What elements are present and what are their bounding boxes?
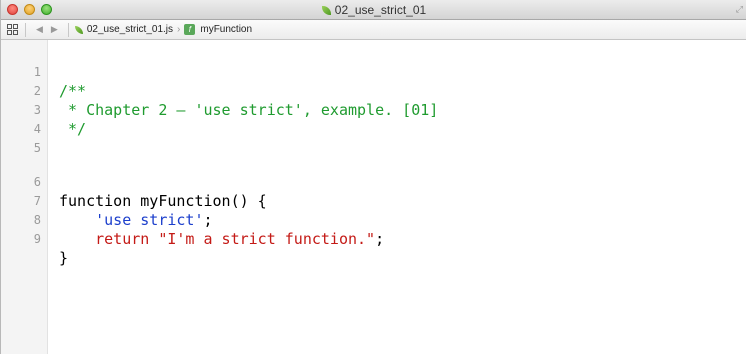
js-file-icon — [321, 5, 331, 15]
back-arrow-icon[interactable]: ◀ — [36, 24, 43, 35]
editor-window: 02_use_strict_01 ⤢ ◀ ▶ 02_use_strict_01.… — [0, 0, 746, 354]
code-editor[interactable]: 1 /** 2 * Chapter 2 – 'use strict', exam… — [1, 40, 746, 354]
related-items-icon[interactable] — [7, 23, 19, 36]
breadcrumb-symbol-label: myFunction — [200, 24, 253, 35]
code-line[interactable]: 4 — [1, 101, 746, 136]
code-line[interactable]: 9 } — [1, 211, 746, 267]
code-line[interactable]: 8 return "I'm a strict function."; — [1, 192, 746, 248]
js-file-icon — [74, 25, 83, 34]
code-line[interactable]: 6 function myFunction() { — [1, 154, 746, 210]
jump-bar-divider — [67, 22, 69, 37]
fullscreen-icon[interactable]: ⤢ — [736, 4, 743, 15]
breadcrumb-file[interactable]: 02_use_strict_01.js — [74, 24, 174, 35]
code-text: } — [59, 249, 69, 267]
breadcrumb-file-label: 02_use_strict_01.js — [86, 24, 174, 35]
keyword-token: return — [95, 230, 150, 248]
breadcrumb-chevron-icon: › — [177, 24, 181, 35]
title-bar[interactable]: 02_use_strict_01 ⤢ — [1, 0, 746, 20]
line-number: 9 — [33, 232, 41, 246]
code-text: return "I'm a strict function."; — [59, 230, 384, 249]
code-line[interactable]: 5 — [1, 120, 746, 155]
forward-arrow-icon[interactable]: ▶ — [51, 24, 58, 35]
jump-bar: ◀ ▶ 02_use_strict_01.js › f myFunction — [1, 20, 746, 40]
code-line[interactable]: 3 */ — [1, 82, 746, 138]
punctuation-token: ; — [375, 230, 385, 248]
breadcrumb-symbol[interactable]: f myFunction — [184, 24, 252, 35]
window-title-text: 02_use_strict_01 — [334, 3, 427, 17]
function-symbol-icon: f — [184, 24, 196, 35]
window-title: 02_use_strict_01 — [1, 0, 746, 20]
code-line[interactable]: 1 /** — [1, 44, 746, 100]
code-line[interactable]: 7 'use strict'; — [1, 173, 746, 229]
code-line[interactable]: 2 * Chapter 2 – 'use strict', example. [… — [1, 63, 746, 119]
string-token: "I'm a strict function." — [158, 230, 376, 248]
indent-token — [59, 230, 95, 248]
jump-bar-divider — [25, 22, 26, 37]
